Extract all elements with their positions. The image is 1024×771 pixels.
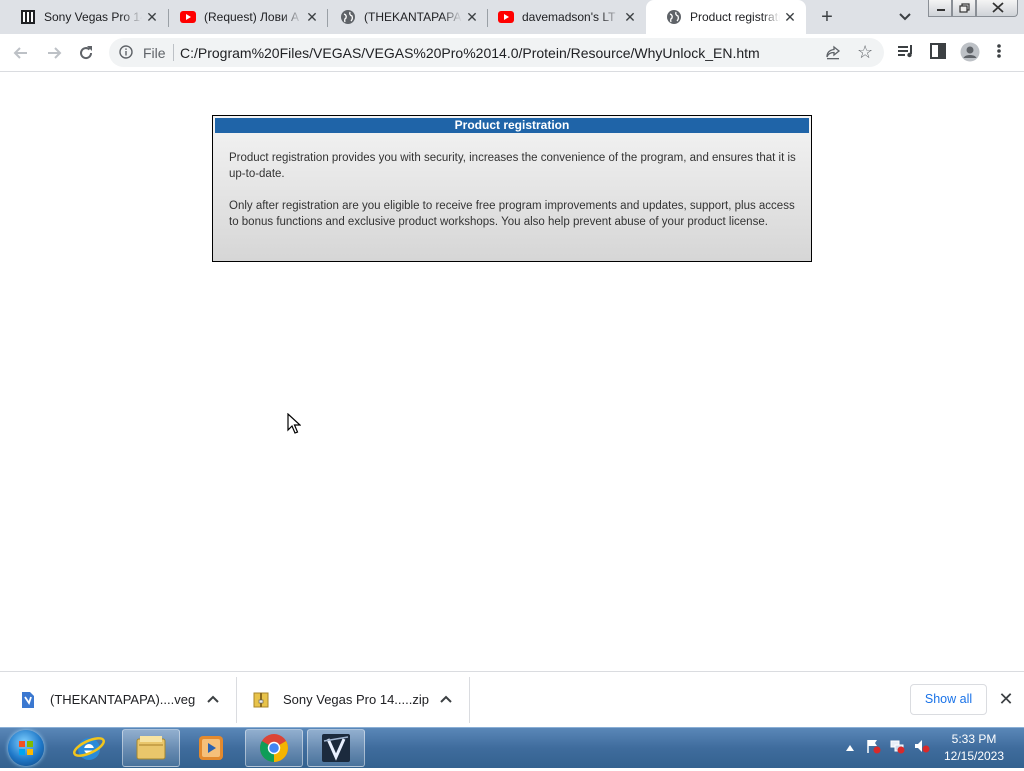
download-item[interactable]: (THEKANTAPAPA)....veg [20,672,232,727]
omnibox-divider [173,44,174,61]
action-center-flag-icon[interactable] [865,738,881,759]
url-text[interactable]: C:/Program%20Files/VEGAS/VEGAS%20Pro%201… [180,45,760,61]
browser-toolbar: File C:/Program%20Files/VEGAS/VEGAS%20Pr… [0,34,1024,72]
download-shelf: (THEKANTAPAPA)....veg Sony Vegas Pro 14.… [0,671,1024,727]
tab-product-registration[interactable]: Product registration ✕ [646,0,806,34]
media-player-icon[interactable] [182,729,240,767]
windows-taskbar: 5:33 PM 12/15/2023 [0,727,1024,768]
download-filename: Sony Vegas Pro 14.....zip [283,692,429,707]
box-title: Product registration [215,118,809,133]
reload-icon[interactable] [75,42,97,64]
url-scheme-label: File [143,45,166,61]
info-icon[interactable] [119,45,133,59]
tab-strip: Sony Vegas Pro 14 - Download ✕ (Request)… [0,0,1024,34]
globe-icon [340,9,356,25]
paragraph-security: Product registration provides you with s… [229,152,796,180]
tab-title: (THEKANTAPAPA) - Vegas [364,10,462,24]
tab-close-icon[interactable]: ✕ [142,7,162,27]
globe-icon [666,9,682,25]
tab-youtube-request[interactable]: (Request) Лови А ✕ [160,0,328,34]
clock-time: 5:33 PM [951,732,997,746]
internet-explorer-icon[interactable] [60,729,118,767]
tab-close-icon[interactable]: ✕ [620,7,640,27]
tab-close-icon[interactable]: ✕ [780,7,800,27]
side-panel-icon[interactable] [929,42,947,60]
show-all-downloads-button[interactable]: Show all [910,684,987,715]
volume-muted-icon[interactable] [913,738,931,759]
page-content: Product registration Product registratio… [0,72,1024,671]
download-filename: (THEKANTAPAPA)....veg [50,692,196,707]
restore-button[interactable] [952,0,976,17]
paragraph-benefits: Only after registration are you eligible… [229,200,795,228]
show-hidden-icons-icon[interactable] [845,739,855,757]
profile-avatar-icon[interactable] [960,42,980,62]
tab-davemadson[interactable]: davemadson's LT ✕ [478,0,646,34]
download-separator [236,677,237,723]
tab-title: Sony Vegas Pro 14 - Download [44,10,142,24]
vegas-file-icon [20,691,36,709]
tab-title: davemadson's LT [522,10,616,24]
network-icon[interactable] [889,738,905,759]
zip-archive-icon [253,691,269,709]
forward-arrow-icon[interactable] [43,42,65,64]
mouse-cursor-icon [287,412,302,434]
youtube-icon [180,9,196,25]
start-button[interactable] [8,730,44,766]
tab-close-icon[interactable]: ✕ [302,7,322,27]
media-playlist-icon[interactable] [897,42,915,60]
tab-sony-vegas-download[interactable]: Sony Vegas Pro 14 - Download ✕ [0,0,168,34]
menu-kebab-icon[interactable] [994,42,1004,60]
minimize-button[interactable] [928,0,952,17]
youtube-icon [498,9,514,25]
tab-title: (Request) Лови А [204,10,299,24]
document-favicon-icon [20,9,36,25]
close-shelf-icon[interactable]: ✕ [996,689,1016,709]
download-separator [469,677,470,723]
taskbar-clock[interactable]: 5:33 PM 12/15/2023 [936,731,1012,765]
share-icon[interactable] [825,45,841,61]
product-registration-box: Product registration Product registratio… [212,115,812,262]
tab-search-chevron-icon[interactable] [894,8,916,26]
download-item[interactable]: Sony Vegas Pro 14.....zip [253,672,465,727]
chevron-up-icon[interactable] [436,689,456,709]
close-window-button[interactable] [976,0,1018,17]
vegas-pro-icon[interactable] [307,729,365,767]
chevron-up-icon[interactable] [203,689,223,709]
tab-title: Product registration [690,10,780,24]
tab-thekantapapa[interactable]: (THEKANTAPAPA) - Vegas ✕ [320,0,488,34]
system-tray [845,728,931,768]
back-arrow-icon[interactable] [10,42,32,64]
clock-date: 12/15/2023 [943,749,1005,763]
chrome-icon[interactable] [245,729,303,767]
address-bar[interactable]: File C:/Program%20Files/VEGAS/VEGAS%20Pr… [109,38,884,67]
file-explorer-icon[interactable] [122,729,180,767]
new-tab-button[interactable]: + [815,6,839,28]
bookmark-star-icon[interactable]: ☆ [857,42,873,62]
